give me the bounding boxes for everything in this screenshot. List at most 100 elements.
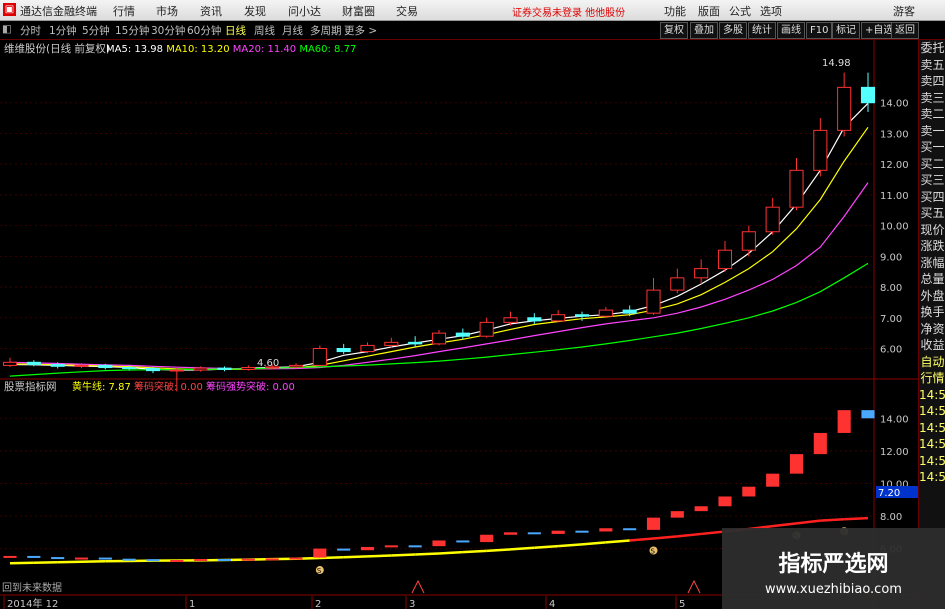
candle [622, 309, 637, 314]
side-panel-item[interactable]: 净资 [919, 321, 945, 338]
bull-line-segment [415, 552, 440, 556]
tab-period-30min[interactable]: 30分钟 [151, 23, 185, 38]
signal-label: S [317, 567, 322, 575]
side-panel-item[interactable]: 14:55 [919, 403, 945, 420]
f10-button[interactable]: F10 [806, 22, 833, 39]
y-tick-label: 9.00 [880, 252, 902, 263]
side-panel-item[interactable]: 14:56 [919, 420, 945, 437]
tab-period-multi[interactable]: 多周期 [310, 23, 342, 38]
tab-period-more[interactable]: 更多 > [344, 23, 377, 38]
side-panel-item[interactable]: 卖一 [919, 123, 945, 140]
side-panel-item[interactable]: 买五 [919, 205, 945, 222]
candle [193, 367, 208, 371]
watermark: 指标严选网 www.xuezhibiao.com [722, 528, 945, 609]
sub-candle [789, 454, 804, 474]
indicator-item: MA10: 13.20 [166, 44, 233, 55]
sub-candle [527, 532, 541, 535]
candle [288, 364, 304, 368]
bull-line-segment [510, 546, 535, 551]
candle [122, 367, 137, 370]
tab-period-daily[interactable]: 日线 [225, 23, 246, 38]
back-to-future-label: 回到未来数据 [2, 581, 62, 594]
side-panel-item[interactable]: 总量 [919, 271, 945, 288]
side-panel-item[interactable]: 卖三 [919, 90, 945, 107]
side-panel-item[interactable]: 14:56 [919, 453, 945, 470]
side-panel-item[interactable]: 卖四 [919, 73, 945, 90]
mark-button[interactable]: 标记 [832, 22, 860, 39]
draw-button[interactable]: 画线 [777, 22, 805, 39]
side-panel-item[interactable]: 涨跌 [919, 238, 945, 255]
candle [145, 367, 161, 372]
side-panel-item[interactable]: 换手 [919, 304, 945, 321]
bull-line-segment [367, 554, 392, 558]
menu-item-market[interactable]: 市场 [156, 3, 178, 19]
menu-item-trade[interactable]: 交易 [396, 3, 418, 19]
back-button[interactable]: 返回 [891, 22, 919, 39]
tab-period-15min[interactable]: 15分钟 [115, 23, 149, 38]
menu-item-layout[interactable]: 版面 [698, 3, 720, 19]
side-panel-item[interactable]: 外盘 [919, 288, 945, 305]
candle [336, 347, 351, 353]
candle [574, 314, 590, 317]
indicator-item: MA20: 11.40 [233, 44, 300, 55]
menu-item-quotes[interactable]: 行情 [113, 3, 135, 19]
side-panel-item[interactable]: 现价 [919, 222, 945, 239]
sub-candle [170, 560, 184, 562]
side-panel-item[interactable]: 买二 [919, 156, 945, 173]
side-panel-item[interactable]: 14:55 [919, 387, 945, 404]
menu-item-discover[interactable]: 发现 [244, 3, 266, 19]
menu-item-function[interactable]: 功能 [664, 3, 686, 19]
side-panel-item[interactable]: 买四 [919, 189, 945, 206]
sub-candle [480, 534, 494, 543]
sub-candle [217, 559, 232, 562]
adjust-button[interactable]: 复权 [660, 22, 688, 39]
candle [74, 364, 89, 367]
side-panel-item[interactable]: 14:56 [919, 436, 945, 453]
period-tab-bar: ◧ 分时 1分钟 5分钟 15分钟 30分钟 60分钟 日线 周线 月线 多周期… [0, 21, 945, 40]
side-panel-item[interactable]: 自动 [919, 354, 945, 371]
tab-period-timeshare[interactable]: 分时 [20, 23, 41, 38]
side-panel-item[interactable]: 收益 [919, 337, 945, 354]
x-tick-label: 1 [189, 599, 195, 609]
sub-candle [289, 557, 303, 560]
candle [455, 332, 470, 337]
x-tick-label: 2014年 12 [7, 597, 58, 609]
x-tick-label: 3 [409, 599, 415, 609]
menu-item-options[interactable]: 选项 [760, 3, 782, 19]
overlay-button[interactable]: 叠加 [690, 22, 718, 39]
menu-item-ask[interactable]: 问小达 [288, 3, 321, 19]
collapse-icon[interactable]: ◧ [2, 23, 12, 35]
tab-period-60min[interactable]: 60分钟 [187, 23, 221, 38]
side-panel-item[interactable]: 卖二 [919, 106, 945, 123]
side-panel-item[interactable]: 买三 [919, 172, 945, 189]
side-panel-item[interactable]: 委托 [919, 40, 945, 57]
candle [217, 367, 232, 370]
sub-candle [122, 558, 136, 561]
tab-period-weekly[interactable]: 周线 [254, 23, 275, 38]
y-tick-label: 14.00 [880, 99, 909, 110]
y-tick-label: 12.00 [880, 447, 909, 458]
multi-stock-button[interactable]: 多股 [719, 22, 747, 39]
sub-candle [742, 486, 756, 497]
menu-item-wealth[interactable]: 财富圈 [342, 3, 375, 19]
y-tick-label: 12.00 [880, 160, 909, 171]
side-panel-item[interactable]: 卖五 [919, 57, 945, 74]
app-title: 通达信金融终端 [20, 5, 97, 18]
stats-button[interactable]: 统计 [748, 22, 776, 39]
guest-label[interactable]: 游客 [893, 3, 915, 19]
menu-item-news[interactable]: 资讯 [200, 3, 222, 19]
candle [598, 309, 613, 317]
tab-period-monthly[interactable]: 月线 [282, 23, 303, 38]
side-panel-item[interactable]: 14:56 [919, 469, 945, 486]
bull-line-segment [820, 518, 845, 522]
tab-period-1min[interactable]: 1分钟 [49, 23, 77, 38]
tab-period-5min[interactable]: 5分钟 [82, 23, 110, 38]
side-panel-item[interactable]: 买一 [919, 139, 945, 156]
menu-item-formula[interactable]: 公式 [729, 3, 751, 19]
x-tick-label: 4 [549, 599, 555, 609]
side-panel-item[interactable]: 涨幅 [919, 255, 945, 272]
sub-candle [408, 545, 422, 548]
side-panel-item[interactable]: 行情 [919, 370, 945, 387]
kline-chart[interactable]: SSSS 14.0013.0012.0011.0010.009.008.007.… [0, 40, 918, 609]
candle [169, 369, 184, 372]
